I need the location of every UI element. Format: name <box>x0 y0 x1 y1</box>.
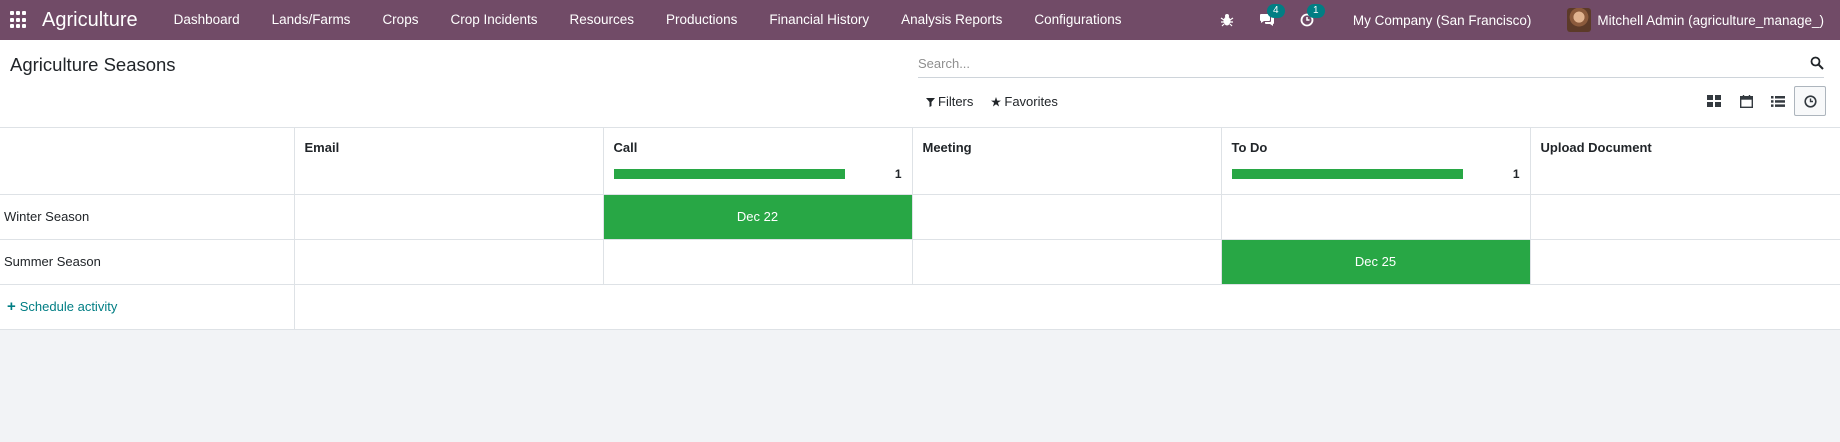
column-label: Email <box>304 140 340 155</box>
activity-view-button[interactable] <box>1794 86 1826 116</box>
search-panel-buttons: Filters Favorites <box>926 94 1058 109</box>
user-menu[interactable]: Mitchell Admin (agriculture_manage_) <box>1567 8 1824 32</box>
favorites-label: Favorites <box>1004 94 1058 109</box>
table-row: Summer Season Dec 25 <box>0 238 1840 285</box>
kanban-icon <box>1707 95 1721 107</box>
messages-icon[interactable]: 4 <box>1255 4 1285 32</box>
user-name: Mitchell Admin (agriculture_manage_) <box>1597 12 1824 28</box>
list-view-button[interactable] <box>1762 86 1794 116</box>
calendar-icon <box>1739 94 1753 108</box>
menu-crop-incidents[interactable]: Crop Incidents <box>434 0 553 40</box>
activity-cell[interactable] <box>911 193 1222 240</box>
activity-cell-planned[interactable]: Dec 25 <box>1220 238 1531 285</box>
favorites-button[interactable]: Favorites <box>991 94 1058 109</box>
calendar-view-button[interactable] <box>1730 86 1762 116</box>
progress-fill <box>613 169 845 179</box>
column-label: Upload Document <box>1540 140 1652 155</box>
activity-count: 1 <box>1512 167 1520 181</box>
schedule-activity-label: Schedule activity <box>19 299 118 314</box>
column-header-call[interactable]: Call 1 <box>602 128 913 195</box>
activity-count: 1 <box>894 167 902 181</box>
filters-button[interactable]: Filters <box>926 94 973 109</box>
navbar-systray: 4 1 My Company (San Francisco) Mitchell … <box>1207 0 1840 40</box>
column-progress: 1 <box>613 167 902 181</box>
apps-menu-icon[interactable] <box>10 11 28 29</box>
activity-cell[interactable] <box>911 238 1222 285</box>
record-name[interactable]: Summer Season <box>0 238 295 285</box>
star-icon <box>991 96 1002 106</box>
activity-cell[interactable] <box>293 238 604 285</box>
menu-configurations[interactable]: Configurations <box>1018 0 1137 40</box>
menu-financial-history[interactable]: Financial History <box>753 0 885 40</box>
control-panel: Agriculture Seasons Filters Favorites <box>0 40 1840 128</box>
view-switcher <box>1698 86 1826 116</box>
clock-icon <box>1803 94 1817 108</box>
schedule-row-filler <box>293 283 1840 330</box>
activity-cell-planned[interactable]: Dec 22 <box>602 193 913 240</box>
main-menu: Dashboard Lands/Farms Crops Crop Inciden… <box>158 0 1138 40</box>
activity-header-row: Email Call 1 Meeting To Do 1 Upload Docu… <box>0 128 1840 195</box>
activity-cell[interactable] <box>1529 193 1840 240</box>
menu-resources[interactable]: Resources <box>554 0 651 40</box>
schedule-activity-button[interactable]: + Schedule activity <box>0 283 295 330</box>
progress-bar[interactable] <box>613 169 845 179</box>
column-label: To Do <box>1231 140 1268 155</box>
column-header-email[interactable]: Email <box>293 128 604 195</box>
filter-icon <box>926 97 935 107</box>
messages-badge: 4 <box>1266 4 1285 18</box>
filters-label: Filters <box>938 94 974 109</box>
top-navbar: Agriculture Dashboard Lands/Farms Crops … <box>0 0 1840 40</box>
column-progress: 1 <box>1231 167 1520 181</box>
activity-cell[interactable] <box>293 193 604 240</box>
app-brand[interactable]: Agriculture <box>42 9 138 32</box>
column-label: Meeting <box>922 140 972 155</box>
activity-table: Email Call 1 Meeting To Do 1 Upload Docu… <box>0 128 1840 330</box>
company-switcher[interactable]: My Company (San Francisco) <box>1353 13 1532 28</box>
table-row: Winter Season Dec 22 <box>0 193 1840 240</box>
menu-analysis-reports[interactable]: Analysis Reports <box>885 0 1018 40</box>
menu-productions[interactable]: Productions <box>650 0 753 40</box>
column-header-meeting[interactable]: Meeting <box>911 128 1222 195</box>
header-corner <box>0 128 295 195</box>
schedule-row: + Schedule activity <box>0 283 1840 330</box>
activity-cell[interactable] <box>1220 193 1531 240</box>
activities-clock-icon[interactable]: 1 <box>1295 4 1325 32</box>
menu-lands-farms[interactable]: Lands/Farms <box>256 0 367 40</box>
activity-cell[interactable] <box>602 238 913 285</box>
kanban-view-button[interactable] <box>1698 86 1730 116</box>
activity-cell[interactable] <box>1529 238 1840 285</box>
menu-dashboard[interactable]: Dashboard <box>158 0 256 40</box>
search-bar <box>918 50 1824 78</box>
list-icon <box>1771 95 1785 107</box>
progress-bar[interactable] <box>1231 169 1463 179</box>
activities-badge: 1 <box>1306 4 1325 18</box>
menu-crops[interactable]: Crops <box>366 0 434 40</box>
bug-icon[interactable] <box>1215 8 1239 32</box>
page-title: Agriculture Seasons <box>10 54 176 75</box>
column-header-upload-document[interactable]: Upload Document <box>1529 128 1840 195</box>
record-name[interactable]: Winter Season <box>0 193 295 240</box>
column-label: Call <box>613 140 638 155</box>
column-header-todo[interactable]: To Do 1 <box>1220 128 1531 195</box>
avatar <box>1567 8 1592 32</box>
progress-fill <box>1231 169 1463 179</box>
search-icon[interactable] <box>1810 56 1824 70</box>
plus-icon: + <box>7 298 16 315</box>
search-input[interactable] <box>918 50 1778 76</box>
